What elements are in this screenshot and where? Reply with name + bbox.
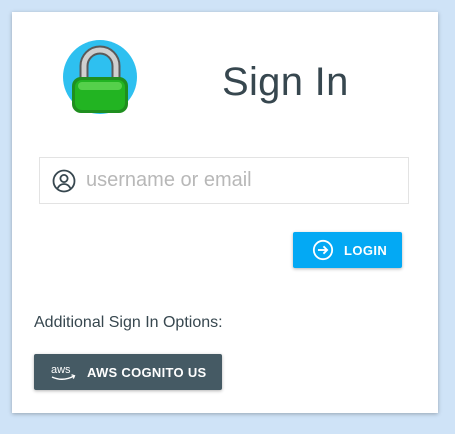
login-button-label: LOGIN	[344, 242, 388, 258]
username-field[interactable]	[39, 157, 409, 204]
login-button[interactable]: LOGIN	[293, 232, 402, 268]
svg-text:aws: aws	[51, 364, 71, 376]
additional-options-label: Additional Sign In Options:	[34, 314, 223, 331]
padlock-icon	[63, 40, 137, 114]
sign-in-card: Sign In LOGIN Additional Sign In Options…	[12, 12, 438, 413]
sign-in-arrow-icon	[312, 239, 334, 261]
aws-icon: aws	[51, 364, 76, 380]
username-input[interactable]	[86, 158, 408, 203]
page-title: Sign In	[222, 60, 349, 104]
user-circle-icon	[52, 169, 76, 192]
aws-cognito-button[interactable]: aws AWS COGNITO US	[34, 354, 222, 390]
aws-cognito-button-label: AWS COGNITO US	[87, 364, 207, 380]
